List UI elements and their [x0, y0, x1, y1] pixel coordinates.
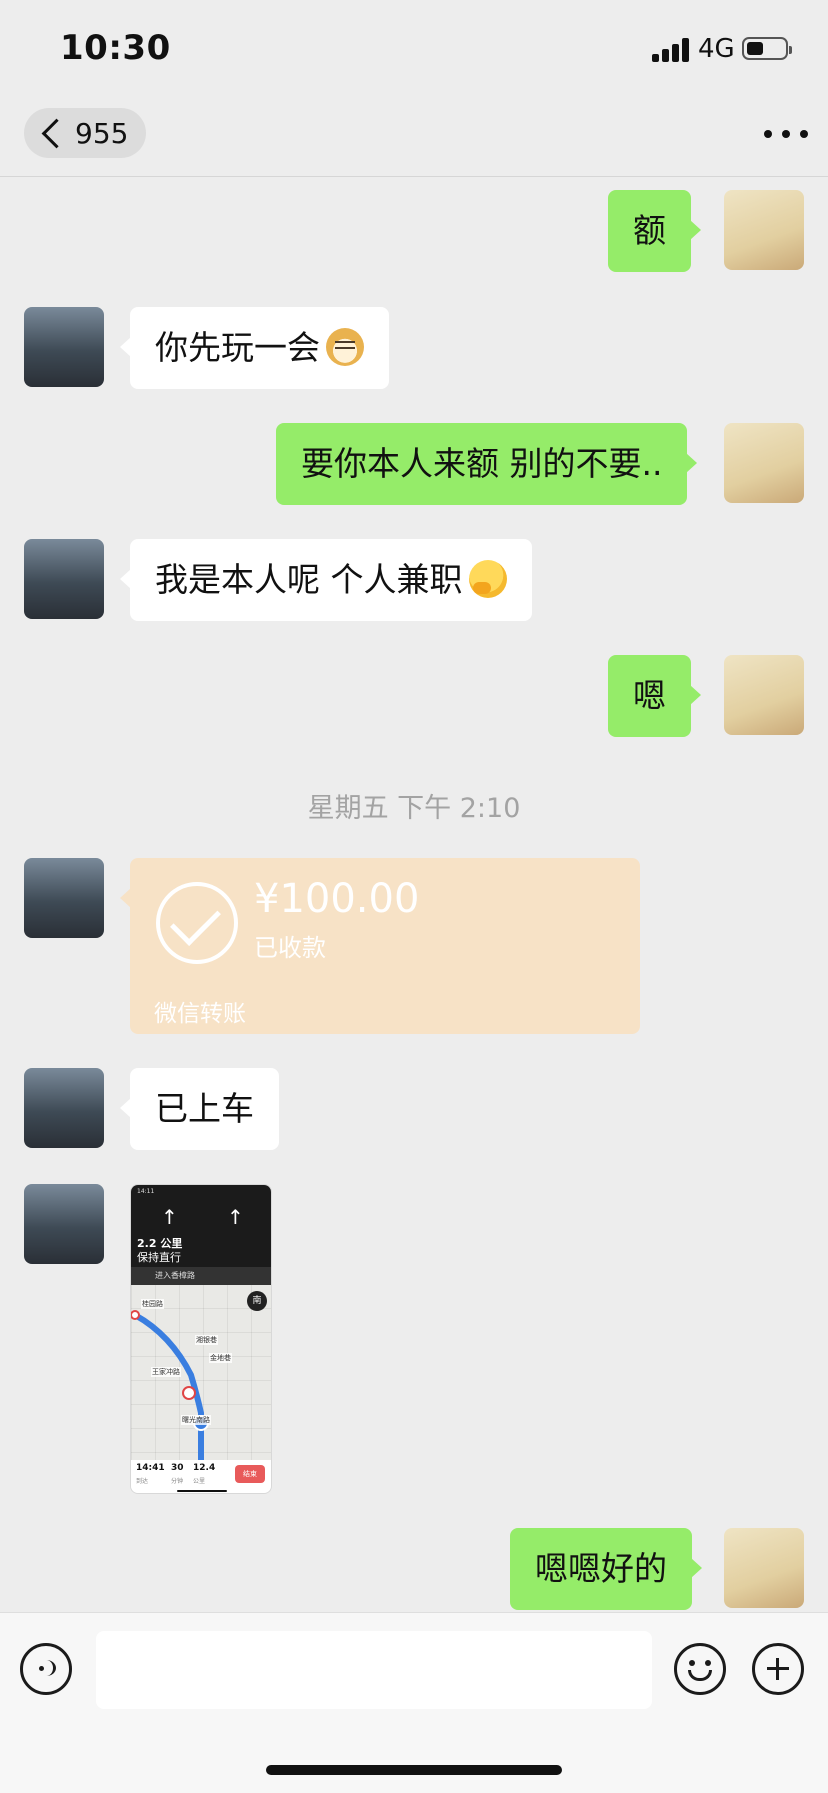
- contact-avatar[interactable]: [24, 539, 104, 619]
- map-view: 南 桂园路 湘银巷 金地巷 王家冲路 曙光南路: [131, 1285, 271, 1460]
- navigation-screenshot-image[interactable]: 14:11 ↑ ↑ 2.2 公里 保持直行 进入香樟路 南 桂园路 湘银巷 金地…: [130, 1184, 272, 1494]
- message-text: 已上车: [155, 1089, 254, 1128]
- message-input[interactable]: [96, 1631, 652, 1709]
- message-bubble-outgoing[interactable]: 额: [608, 190, 701, 272]
- transfer-amount: ¥100.00: [254, 876, 420, 922]
- arrow-up-icon: ↑: [227, 1205, 244, 1229]
- message-text: 嗯: [633, 676, 666, 715]
- plus-icon[interactable]: [752, 1643, 804, 1695]
- my-avatar[interactable]: [724, 1528, 804, 1608]
- emoji-icon[interactable]: [674, 1643, 726, 1695]
- status-bar: 10:30 4G: [0, 0, 828, 100]
- message-bubble-incoming[interactable]: 你先玩一会: [120, 307, 389, 389]
- chat-header: 955: [0, 100, 828, 177]
- more-options-button[interactable]: [764, 130, 808, 140]
- signal-icon: [652, 38, 692, 62]
- my-avatar[interactable]: [724, 190, 804, 270]
- home-indicator: [266, 1765, 562, 1775]
- my-avatar[interactable]: [724, 655, 804, 735]
- transfer-label: 微信转账: [154, 1001, 246, 1027]
- status-time: 10:30: [60, 28, 171, 68]
- message-text: 额: [633, 211, 666, 250]
- chevron-left-icon: [41, 118, 72, 148]
- message-bubble-outgoing[interactable]: 嗯嗯好的: [510, 1528, 702, 1610]
- wechat-transfer-card[interactable]: ¥100.00 已收款 微信转账: [120, 858, 640, 1034]
- voice-input-icon[interactable]: [20, 1643, 72, 1695]
- message-text: 我是本人呢 个人兼职: [155, 560, 463, 599]
- message-text: 嗯嗯好的: [535, 1549, 667, 1588]
- smirk-emoji-icon: [468, 559, 507, 598]
- contact-avatar[interactable]: [24, 1184, 104, 1264]
- my-avatar[interactable]: [724, 423, 804, 503]
- message-bubble-incoming[interactable]: 我是本人呢 个人兼职: [120, 539, 532, 621]
- network-type: 4G: [698, 34, 735, 64]
- message-bubble-incoming[interactable]: 已上车: [120, 1068, 279, 1150]
- doge-emoji-icon: [326, 327, 364, 366]
- transfer-status: 已收款: [254, 934, 326, 962]
- contact-avatar[interactable]: [24, 1068, 104, 1148]
- unread-count: 955: [75, 116, 129, 150]
- back-button[interactable]: 955: [24, 108, 147, 158]
- battery-icon: [742, 37, 792, 60]
- contact-avatar[interactable]: [24, 307, 104, 387]
- message-bubble-outgoing[interactable]: 要你本人来额 别的不要..: [276, 423, 698, 505]
- message-bubble-outgoing[interactable]: 嗯: [608, 655, 701, 737]
- message-text: 要你本人来额 别的不要..: [301, 444, 663, 483]
- contact-avatar[interactable]: [24, 858, 104, 938]
- chat-timestamp: 星期五 下午 2:10: [307, 793, 521, 824]
- arrow-up-icon: ↑: [161, 1205, 178, 1229]
- chat-input-bar: [0, 1612, 828, 1793]
- check-circle-icon: [156, 882, 238, 964]
- message-text: 你先玩一会: [155, 328, 320, 367]
